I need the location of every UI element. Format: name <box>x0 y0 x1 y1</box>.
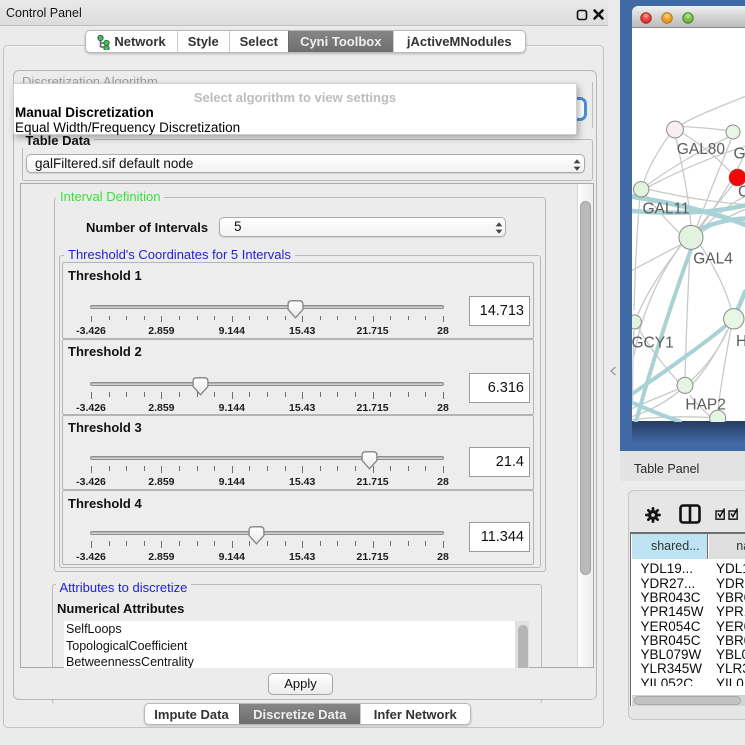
svg-text:C: C <box>738 183 745 200</box>
svg-text:GAL11: GAL11 <box>643 200 690 217</box>
svg-text:GAL80: GAL80 <box>677 141 726 158</box>
svg-text:H: H <box>736 333 745 350</box>
svg-text:GA: GA <box>734 145 745 162</box>
svg-text:HAP2: HAP2 <box>685 396 726 413</box>
svg-text:GCY1: GCY1 <box>632 334 674 351</box>
svg-text:GAL4: GAL4 <box>693 250 733 267</box>
